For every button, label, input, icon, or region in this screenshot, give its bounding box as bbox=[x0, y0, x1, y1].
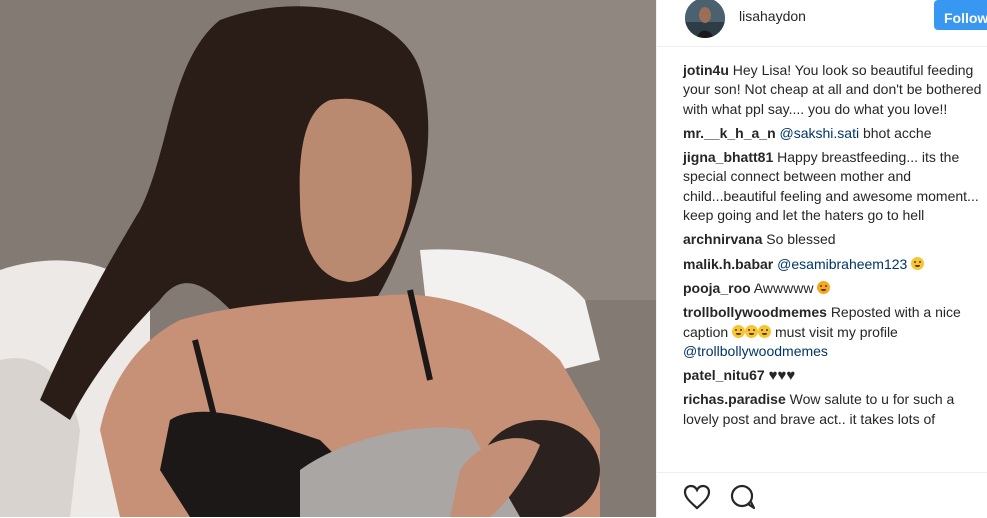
comment-username[interactable]: jotin4u bbox=[683, 62, 729, 78]
comment: jigna_bhatt81 Happy breastfeeding... its… bbox=[683, 148, 983, 225]
comments-list: jotin4u Hey Lisa! You look so beautiful … bbox=[683, 61, 983, 434]
comment-icon[interactable] bbox=[729, 484, 757, 515]
comment: jotin4u Hey Lisa! You look so beautiful … bbox=[683, 61, 983, 119]
comment-text: So blessed bbox=[766, 231, 836, 248]
comment: malik.h.babar @esamibraheem123 bbox=[683, 255, 983, 274]
comment: mr.__k_h_a_n @sakshi.sati bhot acche bbox=[683, 124, 983, 143]
comment-username[interactable]: mr.__k_h_a_n bbox=[683, 125, 776, 141]
comment-text: must visit my profile bbox=[774, 323, 898, 340]
post-sidebar: lisahaydon Follow jotin4u Hey Lisa! You … bbox=[656, 0, 987, 518]
grin-emoji-icon bbox=[758, 324, 772, 338]
post-username[interactable]: lisahaydon bbox=[739, 8, 806, 24]
grin-emoji-icon bbox=[745, 324, 759, 338]
heart-icon[interactable] bbox=[683, 484, 711, 515]
comment-username[interactable]: malik.h.babar bbox=[683, 256, 773, 272]
follow-button[interactable]: Follow bbox=[934, 0, 987, 30]
comment-mention[interactable]: @esamibraheem123 bbox=[777, 256, 907, 272]
comment: richas.paradise Wow salute to u for such… bbox=[683, 390, 983, 429]
action-bar bbox=[657, 472, 987, 518]
comment-username[interactable]: patel_nitu67 bbox=[683, 367, 765, 383]
comment-mention[interactable]: @trollbollywoodmemes bbox=[683, 343, 828, 359]
comment-text: bhot acche bbox=[862, 124, 932, 141]
comment: patel_nitu67 ♥♥♥ bbox=[683, 366, 983, 385]
wow-emoji-icon bbox=[817, 280, 831, 294]
comment-text: Awwwww bbox=[753, 279, 814, 296]
post-photo[interactable] bbox=[0, 0, 656, 517]
post-header: lisahaydon Follow bbox=[657, 0, 987, 47]
smile-emoji-icon bbox=[911, 256, 925, 270]
grin-emoji-icon bbox=[732, 324, 746, 338]
comment-mention[interactable]: @sakshi.sati bbox=[780, 125, 860, 141]
comment: trollbollywoodmemes Reposted with a nice… bbox=[683, 303, 983, 361]
comment: archnirvana So blessed bbox=[683, 230, 983, 249]
hearts-text: ♥♥♥ bbox=[768, 367, 796, 385]
comment-username[interactable]: trollbollywoodmemes bbox=[683, 304, 827, 320]
comment-username[interactable]: archnirvana bbox=[683, 231, 762, 247]
comment-username[interactable]: jigna_bhatt81 bbox=[683, 149, 773, 165]
avatar[interactable] bbox=[685, 0, 725, 38]
post-photo-illustration bbox=[0, 0, 656, 517]
comment-username[interactable]: richas.paradise bbox=[683, 391, 786, 407]
comment: pooja_roo Awwwww bbox=[683, 279, 983, 298]
avatar-image bbox=[685, 0, 725, 38]
comment-username[interactable]: pooja_roo bbox=[683, 280, 751, 296]
action-buttons bbox=[683, 484, 771, 512]
